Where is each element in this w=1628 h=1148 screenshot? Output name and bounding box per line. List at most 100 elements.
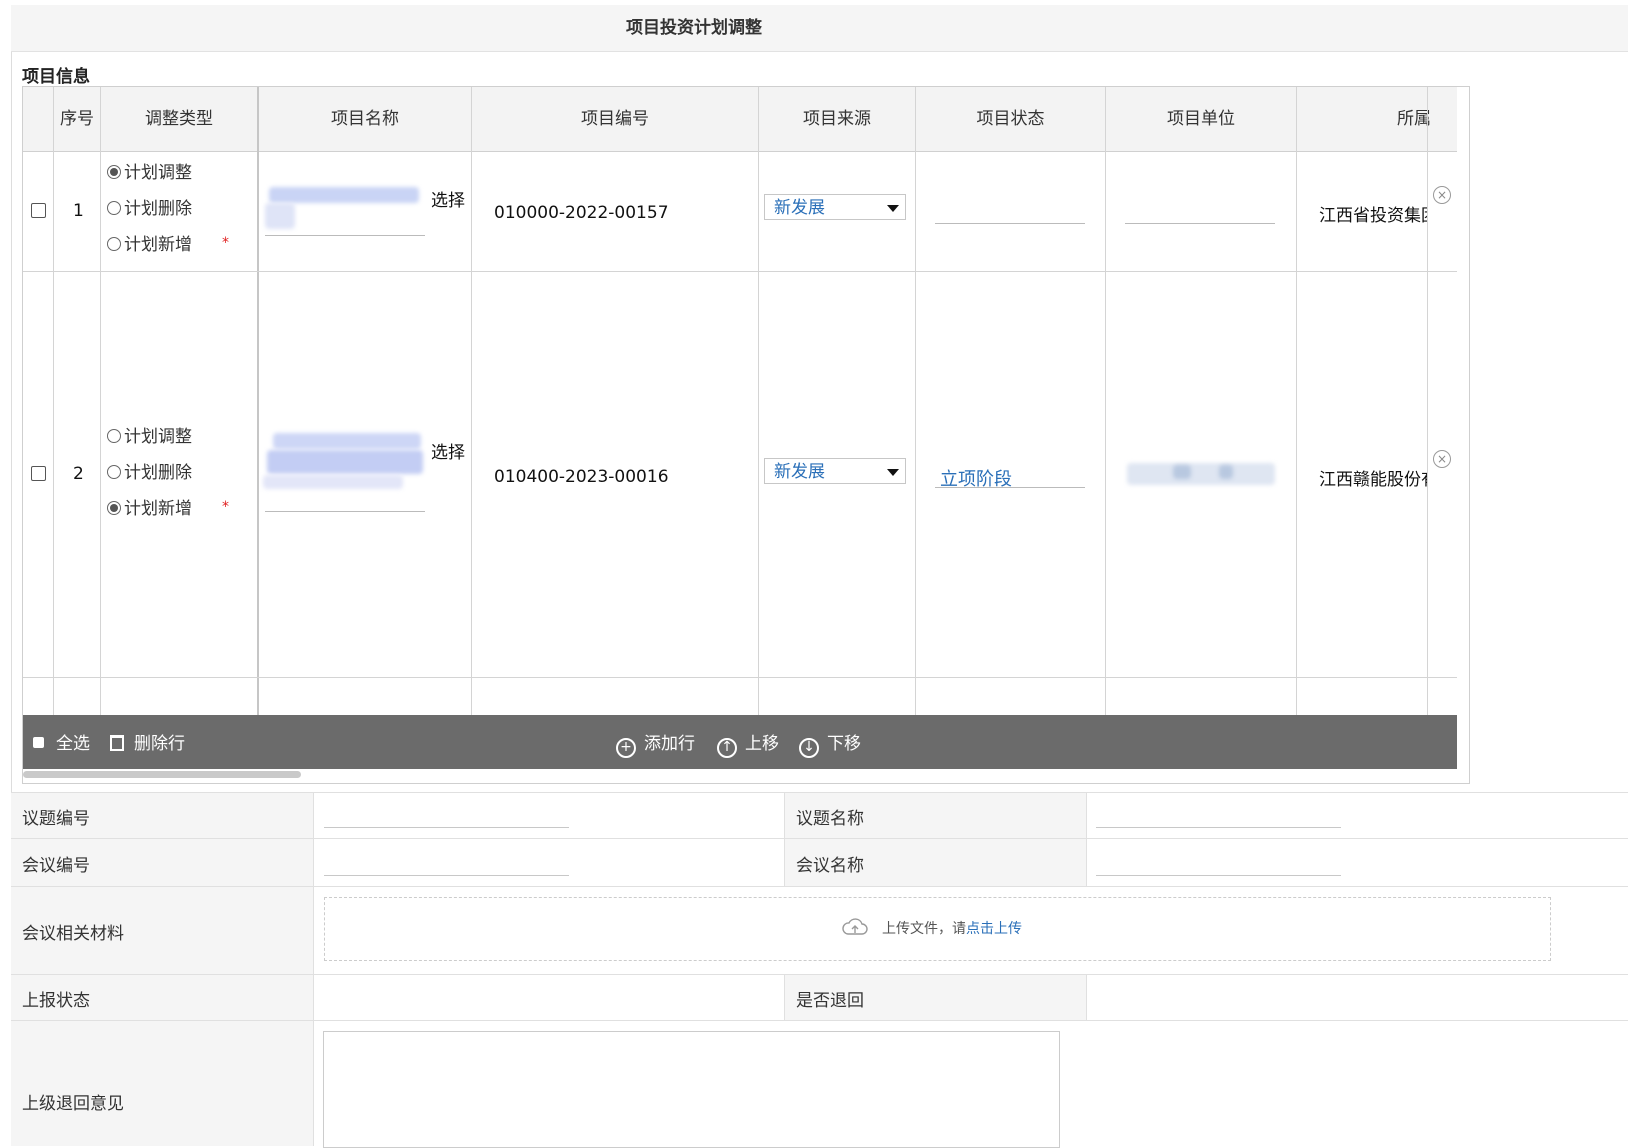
upload-link[interactable]: 点击上传 xyxy=(966,921,1022,937)
required-mark: * xyxy=(222,235,229,251)
header-project-unit: 项目单位 xyxy=(1167,109,1235,129)
row-1-checkbox[interactable] xyxy=(31,203,46,218)
returned-label: 是否退回 xyxy=(784,975,1087,1021)
header-seq: 序号 xyxy=(60,109,94,129)
row-2-radio-plan-delete[interactable]: 计划删除 xyxy=(107,462,192,484)
title-bar: 项目投资计划调整 xyxy=(11,5,1628,52)
superior-opinion-textarea[interactable] xyxy=(323,1031,1060,1148)
required-mark: * xyxy=(222,499,229,515)
form-row-meeting: 会议编号 会议名称 xyxy=(11,838,1628,887)
row-1-radio-plan-adjust[interactable]: 计划调整 xyxy=(107,162,192,184)
row-2-project-code: 010400-2023-00016 xyxy=(494,467,669,487)
row-1-owner: 江西省投资集团 xyxy=(1319,206,1427,226)
select-value: 新发展 xyxy=(774,198,825,218)
radio-label: 计划调整 xyxy=(124,427,192,447)
row-1-source-select[interactable]: 新发展 xyxy=(764,194,906,220)
header-project-name: 项目名称 xyxy=(331,109,399,129)
meeting-no-label: 会议编号 xyxy=(11,839,314,887)
radio-icon xyxy=(107,465,121,479)
chevron-down-icon xyxy=(887,469,899,476)
report-status-label: 上报状态 xyxy=(11,975,314,1021)
move-down-button[interactable]: ↓ 下移 xyxy=(799,715,861,769)
radio-label: 计划删除 xyxy=(124,463,192,483)
section-label: 项目信息 xyxy=(22,67,90,87)
row-2-seq: 2 xyxy=(73,464,84,484)
plus-circle-icon: + xyxy=(616,738,636,758)
radio-label: 计划新增 xyxy=(124,235,192,255)
header-project-status: 项目状态 xyxy=(976,109,1045,129)
header-adjust-type: 调整类型 xyxy=(145,109,213,129)
project-name-obscured xyxy=(265,203,295,229)
page-title: 项目投资计划调整 xyxy=(626,18,762,38)
project-unit-obscured xyxy=(1219,465,1233,479)
trash-icon xyxy=(110,735,124,751)
meeting-name-label: 会议名称 xyxy=(784,839,1087,887)
form-row-materials: 会议相关材料 上传文件，请点击上传 xyxy=(11,886,1628,975)
row-2-remove-icon[interactable]: × xyxy=(1433,450,1451,468)
row-2-status-field[interactable] xyxy=(935,487,1085,488)
move-down-label: 下移 xyxy=(827,734,861,754)
add-row-label: 添加行 xyxy=(644,734,695,754)
row-1-project-code: 010000-2022-00157 xyxy=(494,203,669,223)
project-unit-obscured xyxy=(1127,463,1275,485)
project-grid: 序号 调整类型 项目名称 项目编号 项目来源 项目状态 项目单位 所属 1 计划… xyxy=(22,86,1470,784)
row-1-radio-plan-delete[interactable]: 计划删除 xyxy=(107,198,192,220)
radio-icon xyxy=(107,429,121,443)
grid-body: 序号 调整类型 项目名称 项目编号 项目来源 项目状态 项目单位 所属 1 计划… xyxy=(23,87,1457,715)
row-2-radio-plan-adjust[interactable]: 计划调整 xyxy=(107,426,192,448)
row-2-radio-plan-add[interactable]: 计划新增 xyxy=(107,498,192,520)
project-unit-obscured xyxy=(1173,465,1191,479)
chevron-down-icon xyxy=(887,205,899,212)
superior-opinion-label: 上级退回意见 xyxy=(11,1021,314,1146)
delete-row-label: 删除行 xyxy=(134,734,185,754)
grid-toolbar: 全选 删除行 + 添加行 ↑ 上移 ↓ 下移 xyxy=(23,715,1457,769)
cloud-upload-icon xyxy=(842,918,868,935)
topic-name-input[interactable] xyxy=(1096,827,1341,828)
radio-label: 计划调整 xyxy=(124,163,192,183)
project-name-obscured xyxy=(269,187,419,203)
row-2-source-select[interactable]: 新发展 xyxy=(764,458,906,484)
row-2-checkbox[interactable] xyxy=(31,466,46,481)
header-project-code: 项目编号 xyxy=(581,109,649,129)
row-1-status-field[interactable] xyxy=(935,223,1085,224)
form-row-topic: 议题编号 议题名称 xyxy=(11,792,1628,839)
move-up-button[interactable]: ↑ 上移 xyxy=(717,715,779,769)
project-name-input[interactable] xyxy=(265,235,425,236)
meeting-name-input[interactable] xyxy=(1096,875,1341,876)
select-project-button[interactable]: 选择 xyxy=(431,438,465,463)
delete-row-button[interactable]: 删除行 xyxy=(110,715,185,769)
radio-label: 计划新增 xyxy=(124,499,192,519)
horizontal-scrollbar[interactable] xyxy=(23,771,301,778)
radio-icon xyxy=(107,501,121,515)
topic-name-label: 议题名称 xyxy=(784,793,1087,839)
topic-no-input[interactable] xyxy=(324,827,569,828)
row-2-owner: 江西赣能股份有 xyxy=(1319,470,1427,490)
select-project-button[interactable]: 选择 xyxy=(431,186,465,211)
radio-label: 计划删除 xyxy=(124,199,192,219)
upload-prompt: 上传文件，请 xyxy=(882,921,966,937)
radio-icon xyxy=(107,201,121,215)
meeting-no-input[interactable] xyxy=(324,875,569,876)
upload-dropzone[interactable]: 上传文件，请点击上传 xyxy=(324,897,1551,961)
row-1-remove-icon[interactable]: × xyxy=(1433,186,1451,204)
project-name-obscured xyxy=(273,433,421,449)
arrow-up-circle-icon: ↑ xyxy=(717,738,737,758)
radio-icon xyxy=(107,165,121,179)
select-value: 新发展 xyxy=(774,462,825,482)
upload-hint: 上传文件，请点击上传 xyxy=(882,918,1022,938)
topic-no-label: 议题编号 xyxy=(11,793,314,839)
row-1-radio-plan-add[interactable]: 计划新增 xyxy=(107,234,192,256)
form-row-status: 上报状态 是否退回 xyxy=(11,974,1628,1021)
project-name-obscured xyxy=(267,450,423,474)
radio-icon xyxy=(107,237,121,251)
select-all-button[interactable]: 全选 xyxy=(33,715,90,769)
add-row-button[interactable]: + 添加行 xyxy=(616,715,695,769)
row-1-unit-field[interactable] xyxy=(1125,223,1275,224)
project-name-obscured xyxy=(263,475,403,489)
form-row-opinion: 上级退回意见 xyxy=(11,1020,1628,1148)
checkbox-icon xyxy=(33,737,44,748)
materials-label: 会议相关材料 xyxy=(11,887,314,975)
arrow-down-circle-icon: ↓ xyxy=(799,738,819,758)
project-name-input[interactable] xyxy=(265,511,425,512)
header-project-source: 项目来源 xyxy=(803,109,871,129)
